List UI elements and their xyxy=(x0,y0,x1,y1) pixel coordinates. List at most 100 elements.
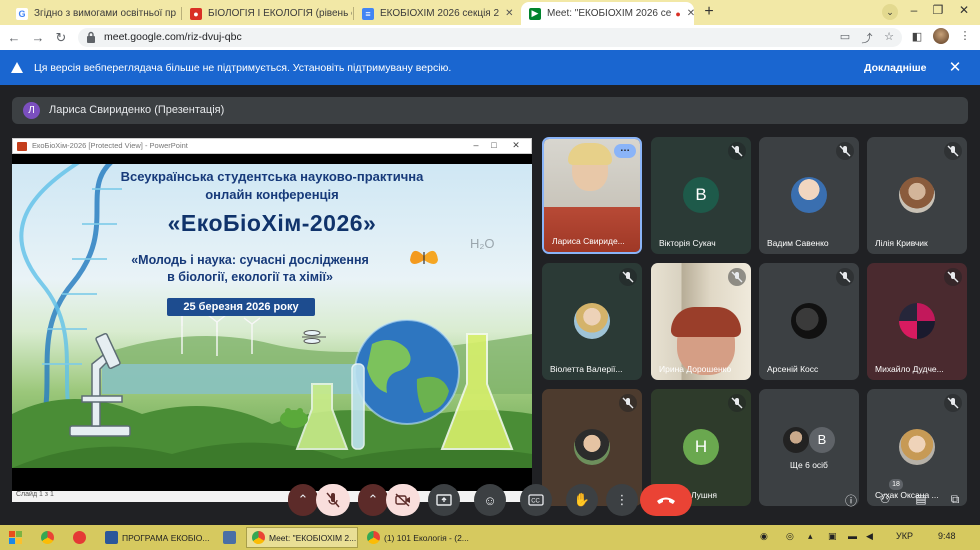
browser-tab-strip: G Згідно з вимогами освітньої пр ✕ ● БІО… xyxy=(0,0,980,25)
participant-tile[interactable]: Вадим Савенко xyxy=(759,137,859,254)
mic-off-icon xyxy=(326,492,340,508)
tab-title: Meet: "ЕКОБІОХІМ 2026 се xyxy=(547,8,672,19)
captions-button[interactable]: CC xyxy=(520,484,552,516)
browser-tab-2[interactable]: ● БІОЛОГІЯ І ЕКОЛОГІЯ (рівень ст ✕ xyxy=(182,2,352,25)
microphone-button[interactable] xyxy=(316,484,350,516)
new-tab-button[interactable]: + xyxy=(700,3,718,21)
mic-off-icon xyxy=(836,268,854,286)
word-icon xyxy=(105,531,118,544)
browser-tab-3[interactable]: ≡ ЕКОБІОХІМ 2026 секція 2 ✕ xyxy=(354,2,520,25)
ppt-minimize-icon: – xyxy=(473,140,479,150)
activities-icon[interactable]: ⧉ xyxy=(946,492,964,510)
raise-hand-button[interactable]: ✋ xyxy=(566,484,598,516)
conference-slide: Всеукраїнська студентська науково-практи… xyxy=(12,164,532,468)
participant-tile[interactable]: Сухак Оксана ... xyxy=(867,389,967,506)
participant-tile[interactable]: Віолетта Валерії... xyxy=(542,263,642,380)
participant-tile[interactable]: Михайло Дудче... xyxy=(867,263,967,380)
window-close-icon[interactable]: ✕ xyxy=(954,3,974,17)
close-tab-icon[interactable]: ✕ xyxy=(499,8,513,19)
more-options-button[interactable]: ⋮ xyxy=(606,484,638,516)
present-icon xyxy=(436,493,452,506)
url-text: meet.google.com/riz-dvuj-qbc xyxy=(104,31,242,43)
presenter-bar: Л Лариса Свириденко (Презентація) xyxy=(12,97,968,124)
banner-close-icon[interactable]: ✕ xyxy=(947,58,963,76)
start-button[interactable] xyxy=(4,527,28,548)
people-icon[interactable]: ⚇ xyxy=(876,492,894,510)
learn-more-link[interactable]: Докладніше xyxy=(864,62,926,74)
present-screen-button[interactable] xyxy=(428,484,460,516)
mic-off-icon xyxy=(944,394,962,412)
participant-tile[interactable]: … Лариса Свириде... xyxy=(542,137,642,254)
tray-arrow-icon[interactable]: ▴ xyxy=(808,531,813,542)
ppt-window-title: ЕкоБіоХім-2026 [Protected View] - PowerP… xyxy=(32,141,188,150)
participant-name: Лілія Кривчик xyxy=(875,238,928,248)
participant-avatar xyxy=(791,303,827,339)
network-icon[interactable]: ◉ xyxy=(760,531,768,542)
sidebar-icon[interactable]: ◧ xyxy=(910,30,924,43)
mic-off-icon xyxy=(619,268,637,286)
lock-icon xyxy=(87,31,95,43)
participant-tile[interactable]: Лілія Кривчик xyxy=(867,137,967,254)
meeting-info-icon[interactable]: ⓘ xyxy=(842,492,860,510)
volume-icon[interactable]: ◀ xyxy=(866,531,873,542)
address-bar[interactable]: meet.google.com/riz-dvuj-qbc ▭ ⤴ ☆ xyxy=(78,28,902,47)
taskbar-opera-pinned[interactable] xyxy=(68,527,88,548)
participant-avatar xyxy=(791,177,827,213)
taskbar-chrome-pinned[interactable] xyxy=(36,527,56,548)
participant-hair xyxy=(671,307,741,337)
participant-name: Вікторія Сукач xyxy=(659,238,716,248)
system-clock[interactable]: 9:48 xyxy=(938,531,956,541)
tab-title: ЕКОБІОХІМ 2026 секція 2 xyxy=(380,8,500,19)
windows-taskbar: ПРОГРАМА ЕКОБІО... Meet: "ЕКОБІОХІМ 2...… xyxy=(0,525,980,550)
participant-tile[interactable]: В Вікторія Сукач xyxy=(651,137,751,254)
audio-options-button[interactable]: ⌃ xyxy=(288,484,318,516)
taskbar-classroom-window[interactable]: (1) 101 Екологія - (2... xyxy=(362,527,474,548)
profile-avatar[interactable] xyxy=(933,28,949,44)
participant-avatar xyxy=(899,429,935,465)
opera-icon xyxy=(73,531,86,544)
chrome-tray-icon[interactable]: ◎ xyxy=(786,531,794,542)
participant-avatar xyxy=(783,427,809,453)
pdf-icon: ● xyxy=(190,7,202,20)
people-count-badge: 18 xyxy=(889,479,903,490)
reactions-button[interactable]: ☺ xyxy=(474,484,506,516)
powerpoint-icon xyxy=(17,142,27,151)
video-options-button[interactable]: ⌃ xyxy=(358,484,388,516)
chat-icon[interactable]: ▤ xyxy=(912,492,930,510)
back-icon[interactable]: ← xyxy=(6,30,22,46)
bookmark-star-icon[interactable]: ☆ xyxy=(882,30,896,43)
leave-call-button[interactable] xyxy=(640,484,692,516)
more-options-icon[interactable]: … xyxy=(614,144,636,158)
share-icon[interactable]: ⤴ xyxy=(860,30,874,46)
maximize-icon[interactable]: ❐ xyxy=(928,3,948,17)
close-tab-icon[interactable]: ✕ xyxy=(681,8,694,19)
taskbar-item-label: (1) 101 Екологія - (2... xyxy=(384,532,469,543)
captions-icon: CC xyxy=(528,494,544,506)
battery-icon[interactable]: ▬ xyxy=(848,531,857,541)
browser-tab-1[interactable]: G Згідно з вимогами освітньої пр ✕ xyxy=(8,2,180,25)
svg-text:CC: CC xyxy=(531,499,540,505)
docs-icon: ≡ xyxy=(362,7,374,20)
taskbar-meet-window[interactable]: Meet: "ЕКОБІОХІМ 2... xyxy=(246,527,358,548)
meet-stage: Л Лариса Свириденко (Презентація) ЕкоБіо… xyxy=(0,85,980,525)
chrome-menu-icon[interactable]: ⋮ xyxy=(958,29,972,42)
taskbar-word-document[interactable]: ПРОГРАМА ЕКОБІО... xyxy=(100,527,210,548)
action-center-icon[interactable]: ▣ xyxy=(828,531,837,542)
minimize-icon[interactable]: – xyxy=(904,3,924,17)
hand-icon: ✋ xyxy=(573,492,591,507)
reload-icon[interactable]: ↻ xyxy=(53,30,69,46)
presentation-view[interactable]: ЕкоБіоХім-2026 [Protected View] - PowerP… xyxy=(12,138,532,502)
camera-icon[interactable]: ▭ xyxy=(838,30,852,43)
camera-button[interactable] xyxy=(386,484,420,516)
meet-icon: ▶ xyxy=(529,7,541,20)
windows-start-icon xyxy=(9,530,22,544)
participant-tile[interactable]: Арсеній Косс xyxy=(759,263,859,380)
participant-tile[interactable]: Ирина Дорошенко xyxy=(651,263,751,380)
keyboard-language[interactable]: УКР xyxy=(896,531,913,541)
taskbar-explorer[interactable] xyxy=(218,527,238,548)
forward-icon[interactable]: → xyxy=(30,30,46,46)
close-tab-icon[interactable]: ✕ xyxy=(176,8,180,19)
browser-tab-4[interactable]: ▶ Meet: "ЕКОБІОХІМ 2026 се ● ✕ xyxy=(521,2,694,25)
tab-search-icon[interactable]: ⌄ xyxy=(882,4,898,20)
more-participants-tile[interactable]: В Ще 6 осіб xyxy=(759,389,859,506)
